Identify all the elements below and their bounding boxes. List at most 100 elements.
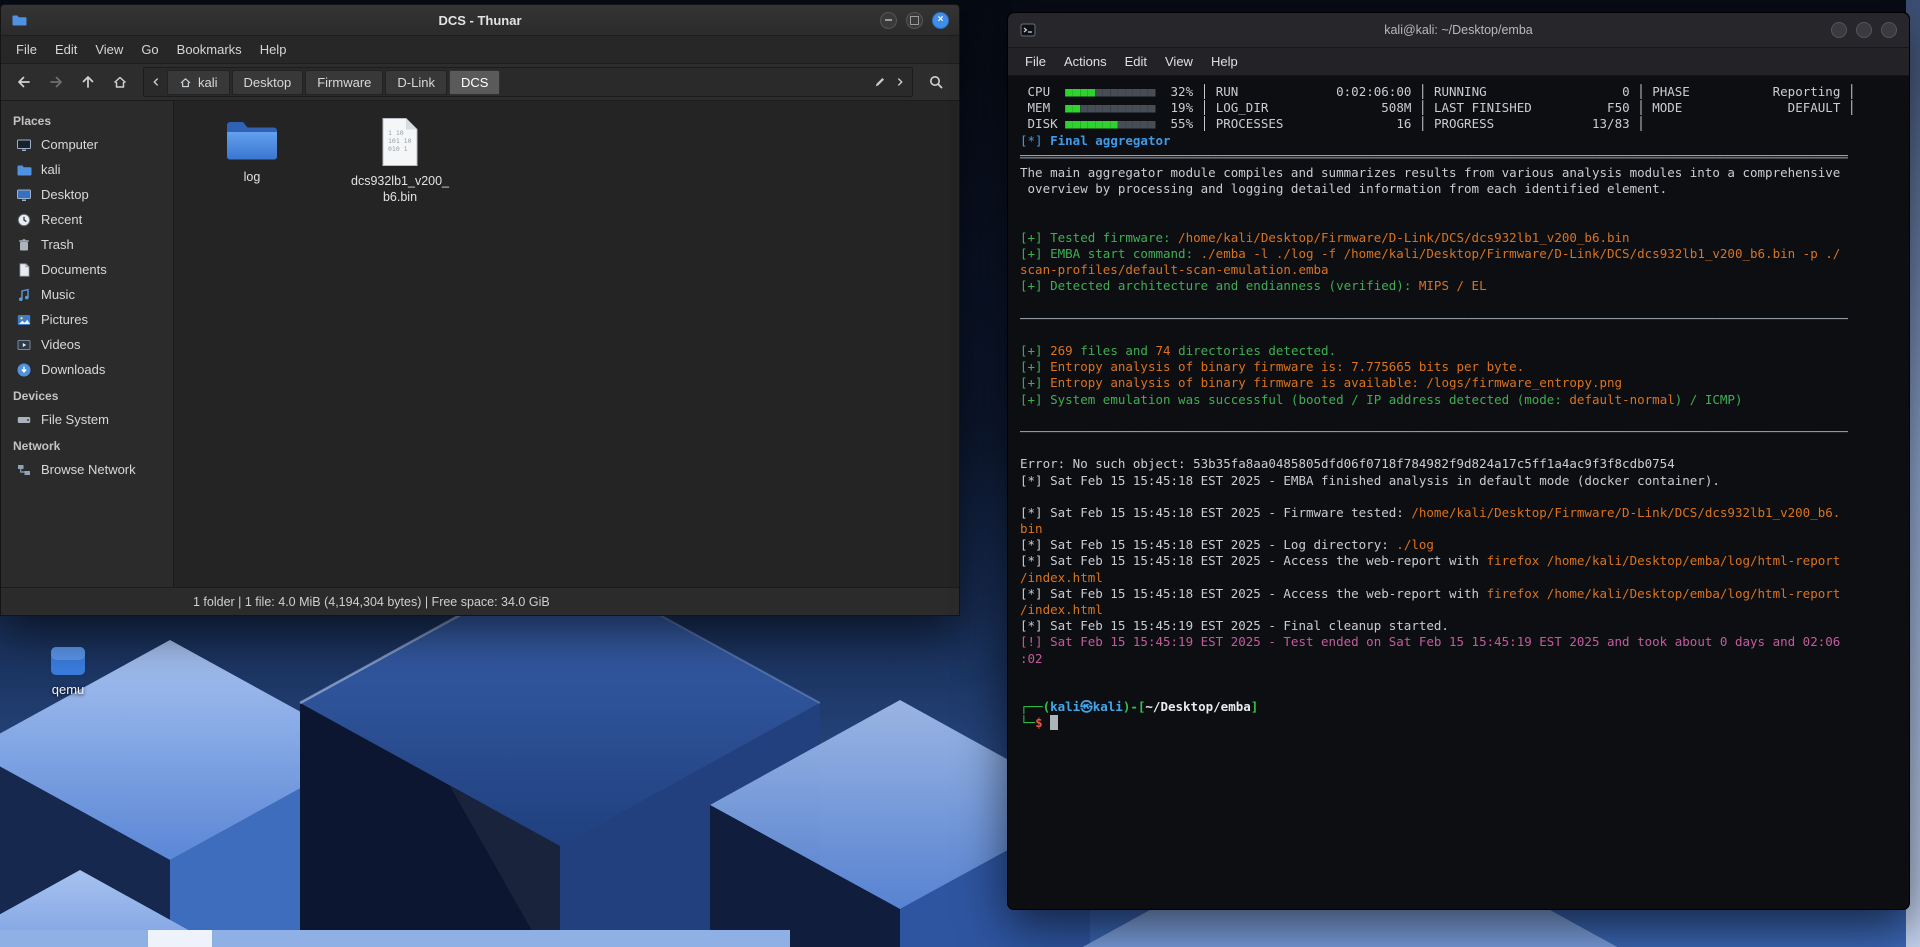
terminal-menu-help[interactable]: Help (1202, 50, 1247, 73)
breadcrumb-firmware[interactable]: Firmware (305, 69, 384, 95)
text-segment: Sat Feb 15 15:45:19 EST 2025 - Test ende… (1050, 634, 1841, 650)
thunar-menu-view[interactable]: View (86, 38, 132, 61)
terminal-line: ════════════════════════════════════════… (1020, 149, 1897, 165)
text-segment: $ (1035, 715, 1043, 731)
text-segment: 269 (1050, 343, 1073, 358)
terminal-window: kali@kali: ~/Desktop/emba File Actions Edi… (1007, 12, 1910, 910)
text-segment: ] (1250, 699, 1259, 715)
terminal-menu-edit[interactable]: Edit (1116, 50, 1156, 73)
text-segment: [*] Sat Feb 15 15:45:18 EST 2025 - Acces… (1020, 585, 1487, 601)
text-segment: Final aggregator (1050, 132, 1171, 148)
thunar-menu-edit[interactable]: Edit (46, 38, 86, 61)
thunar-maximize-button[interactable] (906, 11, 923, 29)
thunar-menu-bookmarks[interactable]: Bookmarks (168, 38, 251, 61)
binary-file-icon: 1 10 101 10 010 1 (380, 117, 420, 167)
text-segment: ■■■■■■■■■■ (1080, 100, 1156, 116)
file-item-log[interactable]: log (196, 117, 308, 186)
terminal-close-button[interactable] (1881, 22, 1897, 38)
text-segment: kali㉿kali (1050, 699, 1123, 715)
text-segment: 55% (1155, 116, 1194, 132)
thunar-menu-file[interactable]: File (7, 38, 46, 61)
folder-icon (224, 117, 280, 163)
thunar-app-icon (11, 12, 27, 28)
text-segment: Tested firmware: (1050, 229, 1179, 245)
search-icon (928, 74, 944, 90)
breadcrumb-dcs[interactable]: DCS (448, 69, 501, 95)
desktop-icon-qemu[interactable]: qemu (26, 646, 110, 697)
text-segment: PROCESSES 16 (1215, 116, 1412, 132)
thunar-window: DCS - Thunar × File Edit View Go Bookmarks He… (0, 4, 960, 616)
text-segment: EMBA start command: (1050, 245, 1201, 261)
terminal-line: bin (1020, 521, 1897, 537)
sidebar-item-file-system[interactable]: File System (1, 407, 173, 432)
text-segment: /logs/firmware_entropy.png (1426, 375, 1623, 391)
text-segment: /index.html (1020, 569, 1103, 585)
pathbar-empty-area[interactable] (501, 68, 870, 96)
thunar-menu-help[interactable]: Help (251, 38, 296, 61)
sidebar-item-videos[interactable]: Videos (1, 332, 173, 357)
sidebar-item-label: Pictures (41, 312, 88, 327)
sidebar-item-label: Recent (41, 212, 83, 227)
text-segment: Entropy analysis of binary firmware is: … (1050, 359, 1525, 375)
videos-icon (16, 337, 32, 353)
terminal-menu-file[interactable]: File (1016, 50, 1055, 73)
home-button[interactable] (105, 69, 135, 96)
thunar-filepane[interactable]: log 1 10 101 10 010 1 dcs932lb1_v200_b6.bin (174, 101, 959, 587)
breadcrumb-desktop[interactable]: Desktop (231, 69, 304, 95)
text-segment (1050, 715, 1058, 731)
sidebar-item-trash[interactable]: Trash (1, 232, 173, 257)
text-segment: │ (1840, 100, 1856, 116)
breadcrumb-d-link[interactable]: D-Link (385, 69, 447, 95)
terminal-output[interactable]: CPU ■■■■■■■■■■■■ 32% │ RUN 0:02:06:00 │ … (1008, 76, 1909, 909)
terminal-menu-view[interactable]: View (1156, 50, 1202, 73)
text-segment: LAST FINISHED F50 (1433, 100, 1630, 116)
up-button[interactable] (73, 69, 103, 96)
thunar-minimize-button[interactable] (880, 11, 897, 29)
terminal-minimize-button[interactable] (1831, 22, 1847, 38)
svg-text:1 10: 1 10 (388, 129, 404, 137)
terminal-line: The main aggregator module compiles and … (1020, 165, 1897, 181)
text-segment: 19% (1155, 100, 1194, 116)
sidebar-item-computer[interactable]: Computer (1, 132, 173, 157)
terminal-maximize-button[interactable] (1856, 22, 1872, 38)
text-segment: │ (1411, 84, 1434, 99)
breadcrumb-kali[interactable]: kali (167, 69, 230, 95)
path-scroll-right-button[interactable] (890, 70, 910, 94)
sidebar-item-recent[interactable]: Recent (1, 207, 173, 232)
trash-icon (16, 237, 32, 253)
file-item-dcs932lb1-v200-b6-bin[interactable]: 1 10 101 10 010 1 dcs932lb1_v200_b6.bin (344, 117, 456, 205)
text-segment: │ (1193, 100, 1216, 116)
sidebar-item-downloads[interactable]: Downloads (1, 357, 173, 382)
terminal-line: [+] EMBA start command: ./emba -l ./log … (1020, 246, 1897, 262)
terminal-menu-actions[interactable]: Actions (1055, 50, 1116, 73)
sidebar-item-documents[interactable]: Documents (1, 257, 173, 282)
back-button[interactable] (9, 69, 39, 96)
terminal-line: [*] Final aggregator (1020, 133, 1897, 149)
sidebar-item-kali[interactable]: kali (1, 157, 173, 182)
breadcrumb-label: kali (198, 74, 218, 90)
sidebar-section-devices: Devices (13, 389, 59, 403)
thunar-close-button[interactable]: × (932, 11, 949, 29)
breadcrumb-label: D-Link (397, 74, 435, 90)
text-segment: default-normal (1569, 391, 1675, 407)
text-segment: │ (1629, 84, 1653, 99)
text-segment: LOG_DIR 508M (1215, 100, 1412, 116)
text-segment: [+] (1020, 343, 1051, 358)
forward-button[interactable] (41, 69, 71, 96)
sidebar-item-pictures[interactable]: Pictures (1, 307, 173, 332)
path-scroll-left-button[interactable] (146, 70, 166, 94)
thunar-titlebar[interactable]: DCS - Thunar × (1, 5, 959, 36)
text-segment: ~/Desktop/emba (1145, 699, 1251, 715)
text-segment: Error: No such object: 53b35fa8aa0485805… (1020, 456, 1675, 472)
sidebar-item-browse-network[interactable]: Browse Network (1, 457, 173, 482)
sidebar-item-music[interactable]: Music (1, 282, 173, 307)
search-button[interactable] (921, 69, 951, 96)
sidebar-item-desktop[interactable]: Desktop (1, 182, 173, 207)
text-segment: [+] (1020, 245, 1051, 261)
edit-path-button[interactable] (870, 70, 890, 94)
terminal-titlebar[interactable]: kali@kali: ~/Desktop/emba (1008, 13, 1909, 48)
text-segment: MIPS / EL (1418, 278, 1487, 294)
thunar-menu-go[interactable]: Go (132, 38, 167, 61)
